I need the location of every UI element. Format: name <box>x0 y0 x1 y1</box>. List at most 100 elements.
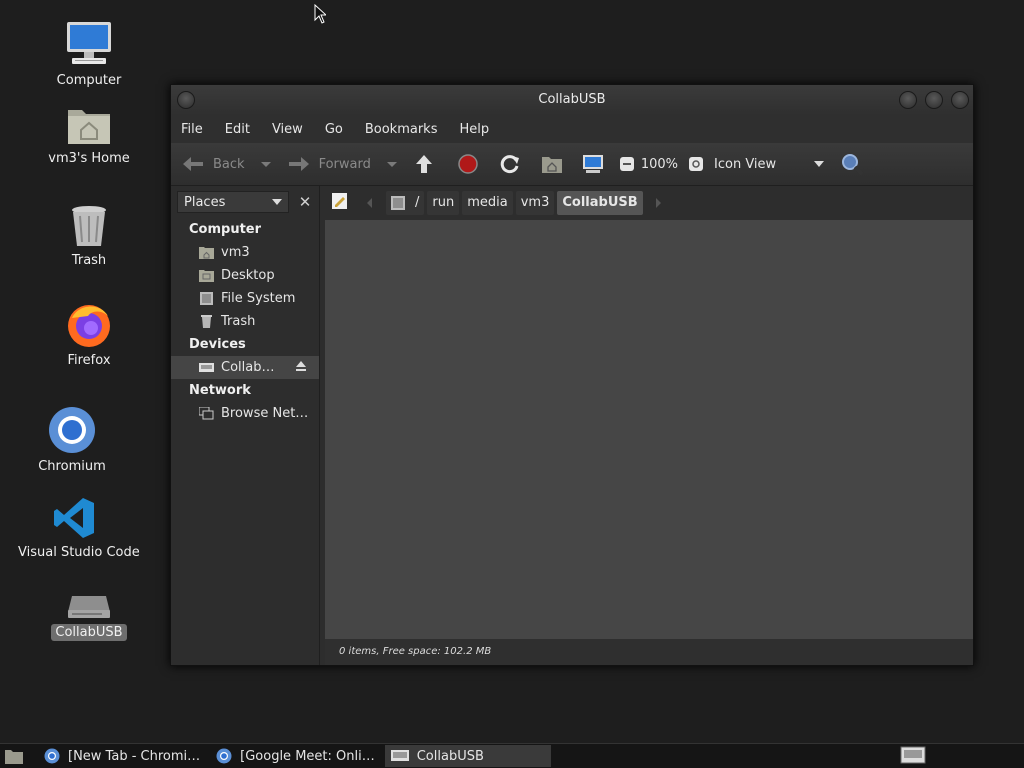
menu-edit[interactable]: Edit <box>225 122 250 137</box>
menu-go[interactable]: Go <box>325 122 343 137</box>
path-crumb-run[interactable]: run <box>427 190 460 215</box>
menubar: File Edit View Go Bookmarks Help <box>171 115 973 143</box>
zoom-in-button[interactable] <box>688 156 704 172</box>
back-label: Back <box>213 156 245 172</box>
sidebar-section-devices: Devices <box>189 337 246 352</box>
sidebar-item-trash[interactable]: Trash <box>171 310 319 333</box>
desktop-icon-label: vm3's Home <box>48 151 130 166</box>
firefox-icon <box>66 302 112 348</box>
window-title: CollabUSB <box>538 92 606 107</box>
back-button[interactable]: Back <box>181 155 245 173</box>
computer-icon <box>581 153 605 175</box>
desktop-icon-computer[interactable]: Computer <box>50 20 128 89</box>
home-button[interactable] <box>541 154 563 174</box>
desktop-icon-chromium[interactable]: Chromium <box>33 406 111 475</box>
places-select[interactable]: Places <box>177 191 289 213</box>
sidebar-header: Places ✕ <box>171 186 319 218</box>
reload-icon <box>499 153 521 175</box>
desktop-folder-icon <box>199 270 214 282</box>
sidebar-item-file-system[interactable]: File System <box>171 287 319 310</box>
window-titlebar[interactable]: CollabUSB <box>171 85 973 115</box>
up-button[interactable] <box>413 153 435 175</box>
tray-usb-icon[interactable] <box>900 746 926 768</box>
forward-history-dropdown[interactable] <box>386 161 397 167</box>
window-menu-button[interactable] <box>177 91 195 109</box>
home-folder-icon <box>66 104 112 146</box>
menu-bookmarks[interactable]: Bookmarks <box>365 122 438 137</box>
chromium-icon <box>48 406 96 454</box>
path-crumb-vm3[interactable]: vm3 <box>515 190 555 215</box>
menu-view[interactable]: View <box>272 122 303 137</box>
chevron-down-icon <box>272 199 282 205</box>
zoom-out-icon <box>619 156 635 172</box>
desktop-icon-firefox[interactable]: Firefox <box>50 302 128 369</box>
chromium-icon <box>44 748 60 764</box>
forward-label: Forward <box>318 156 371 172</box>
sidebar-item-browse-network[interactable]: Browse Net… <box>171 402 319 425</box>
zoom-level: 100% <box>640 156 679 172</box>
desktop-icon-home[interactable]: vm3's Home <box>44 104 134 167</box>
view-mode-select[interactable]: Icon View <box>714 157 825 172</box>
path-crumb-root[interactable]: / <box>386 190 425 215</box>
taskbar-item-chromium-newtab[interactable]: [New Tab - Chromi… <box>38 745 206 767</box>
vscode-icon <box>52 496 96 540</box>
sidebar-item-collabusb[interactable]: Collab… <box>171 356 319 379</box>
show-desktop-button[interactable] <box>0 745 28 767</box>
location-toggle-button[interactable] <box>331 192 349 214</box>
close-icon: ✕ <box>298 193 312 211</box>
back-arrow-icon <box>181 155 205 173</box>
eject-icon[interactable] <box>295 360 307 376</box>
forward-button[interactable]: Forward <box>287 155 371 173</box>
usb-drive-icon <box>66 590 112 620</box>
sidebar-item-label: Desktop <box>221 268 275 283</box>
menu-help[interactable]: Help <box>459 122 489 137</box>
desktop-icon-collabusb[interactable]: CollabUSB <box>48 590 130 641</box>
status-bar: 0 items, Free space: 102.2 MB <box>325 639 973 665</box>
back-history-dropdown[interactable] <box>260 161 271 167</box>
reload-button[interactable] <box>499 153 521 175</box>
desktop-icon-trash[interactable]: Trash <box>50 204 128 269</box>
chevron-down-icon <box>814 161 825 167</box>
window-content: Places ✕ Computer vm3 Desktop File Syste… <box>171 186 973 665</box>
close-sidebar-button[interactable]: ✕ <box>295 192 315 212</box>
taskbar-item-label: CollabUSB <box>416 748 484 764</box>
path-root-label: / <box>415 194 420 210</box>
taskbar-item-label: [Google Meet: Onli… <box>240 748 375 764</box>
menu-file[interactable]: File <box>181 122 203 137</box>
sidebar-item-vm3[interactable]: vm3 <box>171 241 319 264</box>
filesystem-icon <box>391 195 405 210</box>
sidebar-item-desktop[interactable]: Desktop <box>171 264 319 287</box>
home-folder-icon <box>541 154 563 174</box>
path-scroll-left-icon[interactable] <box>367 197 372 208</box>
taskbar-item-chromium-meet[interactable]: [Google Meet: Onli… <box>210 745 381 767</box>
desktop-icon-label: Visual Studio Code <box>18 545 140 560</box>
sidebar-section-network: Network <box>189 383 251 398</box>
sidebar-item-label: Collab… <box>221 360 275 375</box>
home-folder-icon <box>5 750 23 764</box>
search-button[interactable] <box>840 152 864 176</box>
forward-arrow-icon <box>287 155 311 173</box>
minimize-button[interactable] <box>899 91 917 109</box>
desktop-icon-vscode[interactable]: Visual Studio Code <box>14 496 140 561</box>
stop-button[interactable] <box>457 153 479 175</box>
path-crumb-collabusb[interactable]: CollabUSB <box>557 190 643 215</box>
trash-icon <box>201 315 212 328</box>
trash-icon <box>69 204 109 248</box>
chromium-icon <box>216 748 232 764</box>
path-crumb-media[interactable]: media <box>462 190 513 215</box>
close-button[interactable] <box>951 91 969 109</box>
taskbar-item-collabusb[interactable]: CollabUSB <box>384 745 551 767</box>
taskbar: [New Tab - Chromi… [Google Meet: Onli… C… <box>0 743 1024 768</box>
toolbar: Back Forward 100% Icon View <box>171 143 973 186</box>
computer-button[interactable] <box>581 153 605 175</box>
mouse-cursor-icon <box>314 3 328 28</box>
maximize-button[interactable] <box>925 91 943 109</box>
path-scroll-right-icon[interactable] <box>655 197 661 208</box>
desktop-icon-label: Firefox <box>67 353 111 368</box>
file-view-area[interactable] <box>325 220 973 639</box>
main-pane: / run media vm3 CollabUSB 0 items, Free … <box>325 186 973 665</box>
usb-drive-icon <box>199 363 214 372</box>
sidebar-item-label: Browse Net… <box>221 406 309 421</box>
places-select-label: Places <box>184 194 226 210</box>
zoom-out-button[interactable] <box>619 156 635 172</box>
